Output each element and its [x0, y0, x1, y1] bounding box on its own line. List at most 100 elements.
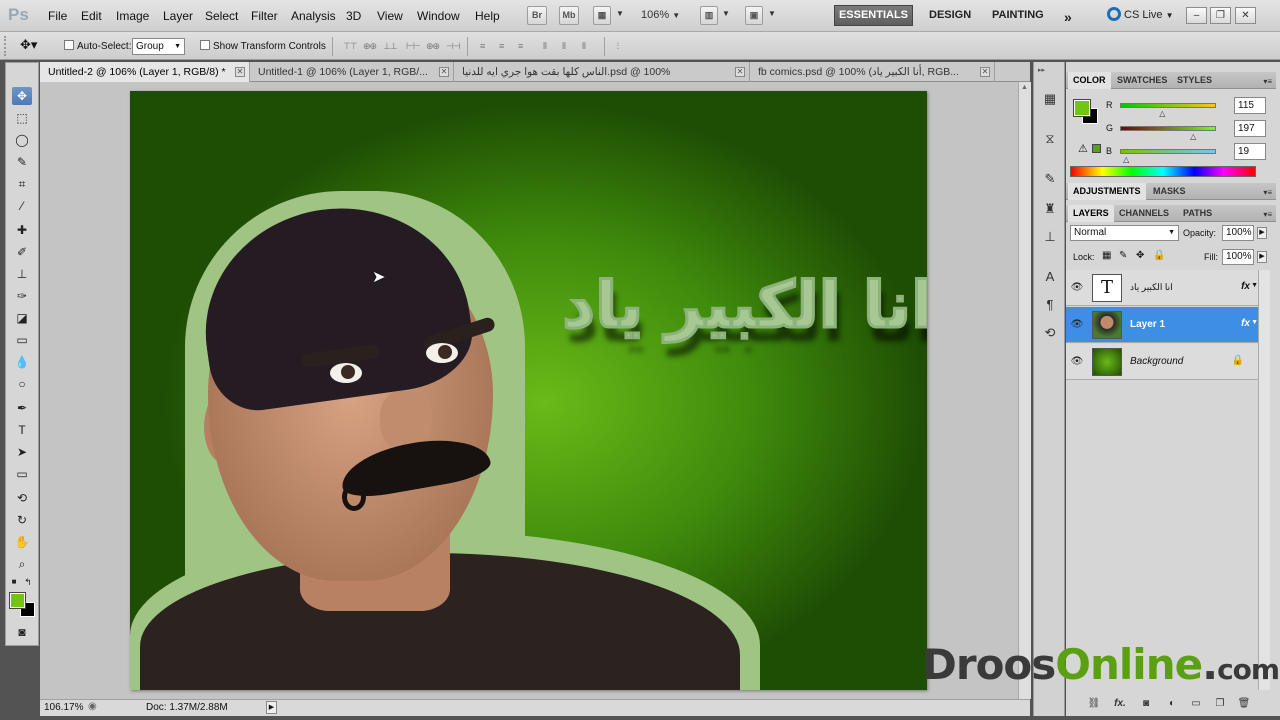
status-icon[interactable]: ◉: [88, 701, 97, 712]
3d-rotate-tool-icon[interactable]: ⟲: [12, 489, 32, 507]
close-button[interactable]: ✕: [1235, 7, 1256, 24]
layer-row-text[interactable]: 👁 T انا الكبير ياد fx ▼: [1066, 270, 1258, 306]
align-top-icon[interactable]: ⊤⊤: [343, 41, 358, 52]
tab-untitled-1[interactable]: Untitled-1 @ 106% (Layer 1, RGB/... ✕: [250, 62, 454, 82]
workspace-design[interactable]: DESIGN: [929, 9, 971, 21]
visibility-eye-icon[interactable]: 👁: [1070, 282, 1084, 294]
workspace-painting[interactable]: PAINTING: [992, 9, 1044, 21]
lasso-tool-icon[interactable]: ◯: [12, 131, 32, 149]
tab-swatches[interactable]: SWATCHES: [1112, 72, 1172, 89]
distribute-vcenter-icon[interactable]: ≡: [499, 41, 513, 52]
new-group-icon[interactable]: ▭: [1188, 698, 1204, 712]
quick-mask-icon[interactable]: ◙: [12, 623, 32, 641]
opacity-arrow-icon[interactable]: ▶: [1257, 227, 1267, 239]
blend-mode-select[interactable]: Normal ▼: [1070, 225, 1179, 241]
3d-orbit-tool-icon[interactable]: ↻: [12, 511, 32, 529]
character-panel-icon[interactable]: A: [1041, 268, 1059, 286]
eraser-tool-icon[interactable]: ◪: [12, 309, 32, 327]
menu-3d[interactable]: 3D: [346, 9, 361, 23]
menu-edit[interactable]: Edit: [81, 9, 102, 23]
close-icon[interactable]: ✕: [235, 67, 245, 77]
color-spectrum-bar[interactable]: [1070, 166, 1256, 177]
red-slider[interactable]: R △ 115: [1106, 97, 1266, 118]
menu-view[interactable]: View: [377, 9, 403, 23]
menu-analysis[interactable]: Analysis: [291, 9, 336, 23]
more-workspaces-icon[interactable]: »: [1064, 9, 1072, 25]
lock-position-icon[interactable]: ✥: [1136, 250, 1144, 261]
minibridge-panel-icon[interactable]: ▦: [1041, 90, 1059, 108]
tool-presets-icon[interactable]: ⊥: [1041, 228, 1059, 246]
auto-select-checkbox[interactable]: Auto-Select:: [64, 40, 131, 52]
visibility-eye-icon[interactable]: 👁: [1070, 356, 1084, 368]
align-left-icon[interactable]: ⊢⊢: [406, 41, 421, 52]
color-fg-swatch[interactable]: [1073, 99, 1091, 117]
lock-all-icon[interactable]: 🔒: [1153, 250, 1165, 261]
slider-thumb-icon[interactable]: △: [1123, 155, 1129, 164]
show-transform-checkbox[interactable]: Show Transform Controls: [200, 40, 326, 52]
lock-transparent-icon[interactable]: ▦: [1102, 250, 1111, 261]
move-tool-icon[interactable]: ✥: [12, 87, 32, 105]
cs-live-menu[interactable]: CS Live ▼: [1107, 7, 1174, 21]
default-colors-icon[interactable]: ■: [8, 573, 20, 591]
path-selection-tool-icon[interactable]: ➤: [12, 443, 32, 461]
menu-filter[interactable]: Filter: [251, 9, 278, 23]
menu-file[interactable]: File: [48, 9, 67, 23]
align-right-icon[interactable]: ⊣⊣: [446, 41, 461, 52]
tab-color[interactable]: COLOR: [1068, 72, 1111, 89]
crop-tool-icon[interactable]: ⌗: [12, 175, 32, 193]
tab-styles[interactable]: STYLES: [1172, 72, 1217, 89]
adjustment-layer-icon[interactable]: ◐: [1164, 698, 1180, 712]
delete-layer-icon[interactable]: 🗑: [1236, 698, 1252, 712]
close-icon[interactable]: ✕: [980, 67, 990, 77]
tab-channels[interactable]: CHANNELS: [1114, 205, 1174, 222]
type-tool-icon[interactable]: T: [12, 421, 32, 439]
collapse-icon[interactable]: ▸▸: [1038, 66, 1045, 74]
red-value-field[interactable]: 115: [1234, 97, 1266, 114]
slider-thumb-icon[interactable]: △: [1159, 109, 1165, 118]
tab-untitled-2[interactable]: Untitled-2 @ 106% (Layer 1, RGB/8) * ✕: [40, 62, 250, 82]
tab-adjustments[interactable]: ADJUSTMENTS: [1068, 183, 1146, 200]
arrange-documents-icon[interactable]: ▥: [700, 6, 718, 25]
link-layers-icon[interactable]: ⛓: [1086, 698, 1102, 712]
foreground-color-swatch[interactable]: [9, 592, 26, 609]
layers-scrollbar[interactable]: [1258, 270, 1270, 690]
status-menu-arrow-icon[interactable]: ▶: [266, 701, 277, 714]
auto-align-icon[interactable]: ⫶⫶: [616, 41, 630, 52]
layer-effects-icon[interactable]: fx: [1241, 318, 1250, 329]
document-workspace[interactable]: انا الكبير ياد ➤: [40, 82, 1018, 699]
layer-effects-icon[interactable]: fx: [1241, 281, 1250, 292]
restore-button[interactable]: ❐: [1210, 7, 1231, 24]
distribute-hcenter-icon[interactable]: ⦀: [562, 41, 576, 52]
fill-arrow-icon[interactable]: ▶: [1257, 251, 1267, 263]
scroll-up-icon[interactable]: ▲: [1021, 84, 1028, 91]
align-hcenter-icon[interactable]: ⊕⊕: [426, 41, 440, 52]
bridge-button[interactable]: Br: [527, 6, 547, 25]
minimize-button[interactable]: –: [1186, 7, 1207, 24]
distribute-right-icon[interactable]: ⦀: [582, 41, 596, 52]
pen-tool-icon[interactable]: ✒: [12, 399, 32, 417]
align-bottom-icon[interactable]: ⊥⊥: [383, 41, 398, 52]
history-brush-tool-icon[interactable]: ✑: [12, 287, 32, 305]
close-icon[interactable]: ✕: [735, 67, 745, 77]
green-slider[interactable]: G △ 197: [1106, 120, 1266, 141]
blue-slider[interactable]: B △ 19: [1106, 143, 1266, 164]
tab-layers[interactable]: LAYERS: [1068, 205, 1114, 222]
opacity-field[interactable]: 100%: [1222, 225, 1254, 241]
gradient-tool-icon[interactable]: ▭: [12, 331, 32, 349]
fill-field[interactable]: 100%: [1222, 249, 1254, 265]
screen-mode-icon[interactable]: ▣: [745, 6, 763, 25]
close-icon[interactable]: ✕: [439, 67, 449, 77]
align-vcenter-icon[interactable]: ⊕⊕: [363, 41, 377, 52]
chevron-down-icon[interactable]: ▼: [616, 9, 624, 18]
chevron-down-icon[interactable]: ▼: [768, 9, 776, 18]
green-value-field[interactable]: 197: [1234, 120, 1266, 137]
document-canvas[interactable]: انا الكبير ياد ➤: [130, 91, 927, 690]
status-zoom[interactable]: 106.17%: [44, 702, 83, 713]
layer-name[interactable]: Background: [1130, 356, 1183, 367]
clone-stamp-tool-icon[interactable]: ⊥: [12, 265, 32, 283]
dodge-tool-icon[interactable]: ○: [12, 375, 32, 393]
view-extras-icon[interactable]: ▦: [593, 6, 611, 25]
layer-name[interactable]: انا الكبير ياد: [1130, 282, 1173, 293]
chevron-down-icon[interactable]: ▼: [1251, 319, 1258, 326]
menu-select[interactable]: Select: [205, 9, 238, 23]
